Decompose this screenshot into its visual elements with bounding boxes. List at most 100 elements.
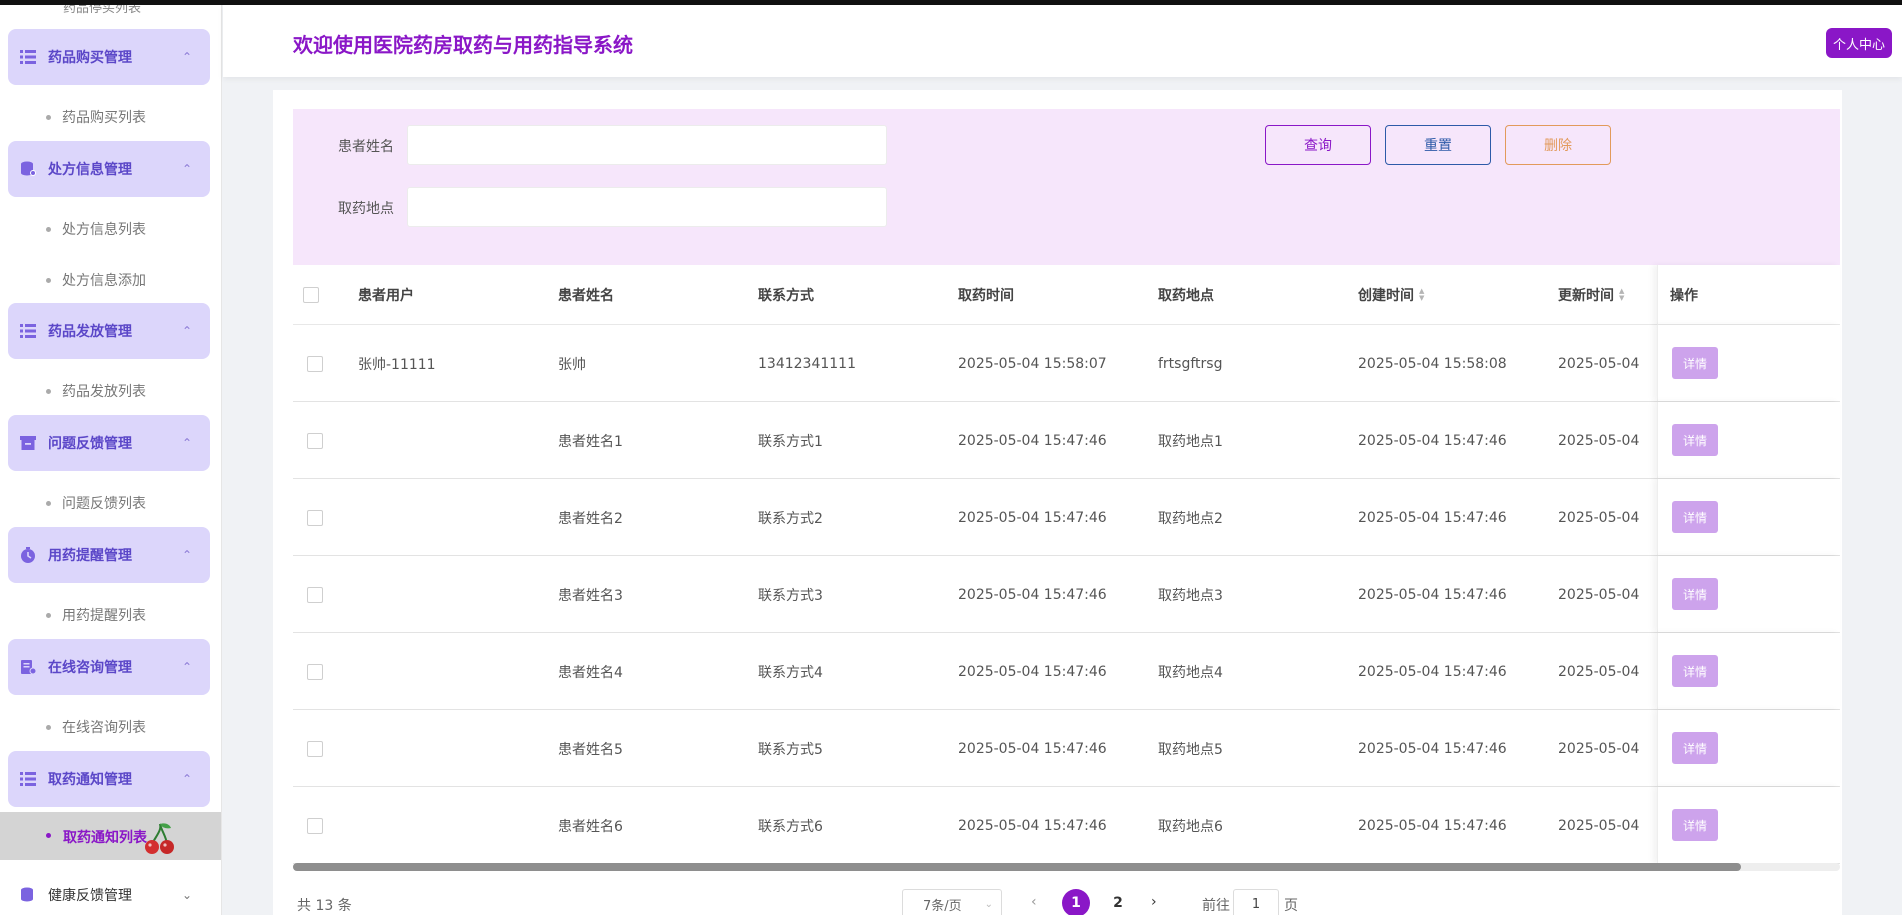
- cell-updated-time: 2025-05-04: [1558, 355, 1640, 372]
- patient-name-label: 患者姓名: [338, 139, 394, 155]
- horizontal-scrollbar[interactable]: [293, 863, 1840, 871]
- patient-name-input[interactable]: [407, 125, 887, 165]
- database-icon: [19, 160, 37, 178]
- cell-patient-name: 患者姓名3: [558, 587, 623, 604]
- cell-contact: 联系方式5: [758, 741, 823, 758]
- row-checkbox-cell: [307, 325, 323, 402]
- table-row: 患者姓名2 联系方式2 2025-05-04 15:47:46 取药地点2 2025-0…: [293, 479, 1840, 556]
- col-created-time[interactable]: 创建时间 ▲ ▼: [1358, 265, 1424, 325]
- cell-created-time: 2025-05-04 15:47:46: [1358, 586, 1507, 603]
- op-cell-inner: 详情: [1672, 325, 1718, 401]
- col-updated-time[interactable]: 更新时间 ▲ ▼: [1558, 265, 1624, 325]
- sidebar-item-pickup-notice-list[interactable]: 取药通知列表: [0, 812, 221, 860]
- goto-suffix: 页: [1284, 898, 1298, 914]
- detail-button[interactable]: 详情: [1672, 809, 1718, 841]
- sidebar-item-consult-list[interactable]: 在线咨询列表: [46, 717, 146, 737]
- col-contact: 联系方式: [758, 288, 814, 304]
- cell-pickup-location: 取药地点5: [1158, 741, 1223, 758]
- sidebar-item-label: 处方信息添加: [62, 273, 146, 289]
- menu-group-label: 药品购买管理: [48, 50, 132, 66]
- sidebar-item-drug-dispense-list[interactable]: 药品发放列表: [46, 381, 146, 401]
- row-checkbox[interactable]: [307, 817, 323, 834]
- next-page-icon[interactable]: ›: [1151, 894, 1157, 910]
- cell-created-time: 2025-05-04 15:47:46: [1358, 663, 1507, 680]
- menu-group-label: 用药提醒管理: [48, 548, 132, 564]
- goto-page-input[interactable]: 1: [1233, 889, 1279, 915]
- detail-button[interactable]: 详情: [1672, 655, 1718, 687]
- menu-group-prescription[interactable]: 处方信息管理 ⌃: [8, 141, 210, 197]
- sidebar-item-prescription-add[interactable]: 处方信息添加: [46, 270, 146, 290]
- scrollbar-thumb[interactable]: [293, 863, 1741, 871]
- menu-group-health-feedback[interactable]: 健康反馈管理 ⌄: [8, 875, 210, 915]
- cell-contact: 联系方式4: [758, 664, 823, 681]
- chevron-up-icon: ⌃: [181, 162, 192, 176]
- op-cell: 详情: [1657, 710, 1840, 786]
- menu-group-drug-dispense[interactable]: 药品发放管理 ⌃: [8, 303, 210, 359]
- detail-button[interactable]: 详情: [1672, 732, 1718, 764]
- menu-group-online-consult[interactable]: 在线咨询管理 ⌃: [8, 639, 210, 695]
- list-icon: [19, 770, 37, 788]
- row-checkbox[interactable]: [307, 509, 323, 526]
- detail-button[interactable]: 详情: [1672, 578, 1718, 610]
- sidebar-item-label: 用药提醒列表: [62, 608, 146, 624]
- menu-group-feedback[interactable]: 问题反馈管理 ⌃: [8, 415, 210, 471]
- row-checkbox-cell: [307, 633, 323, 710]
- row-checkbox[interactable]: [307, 740, 323, 757]
- menu-group-label: 药品发放管理: [48, 324, 132, 340]
- page-1-button[interactable]: 1: [1062, 889, 1090, 915]
- row-checkbox-cell: [307, 710, 323, 787]
- row-checkbox[interactable]: [307, 663, 323, 680]
- sort-icon[interactable]: ▲ ▼: [1419, 288, 1424, 302]
- row-checkbox[interactable]: [307, 586, 323, 603]
- op-cell-inner: 详情: [1672, 479, 1718, 555]
- prev-page-icon[interactable]: ‹: [1031, 894, 1037, 910]
- sidebar-cutoff-item[interactable]: 药品停买列表: [63, 5, 141, 16]
- bullet-icon: [46, 612, 51, 618]
- cell-pickup-location: 取药地点4: [1158, 664, 1223, 681]
- cell-pickup-time: 2025-05-04 15:47:46: [958, 432, 1107, 449]
- row-checkbox-cell: [307, 479, 323, 556]
- delete-button[interactable]: 删除: [1505, 125, 1611, 165]
- cell-patient-name: 张帅: [558, 356, 586, 373]
- row-checkbox-cell: [307, 787, 323, 864]
- reset-button[interactable]: 重置: [1385, 125, 1491, 165]
- sidebar-item-feedback-list[interactable]: 问题反馈列表: [46, 493, 146, 513]
- menu-group-label: 在线咨询管理: [48, 660, 132, 676]
- detail-button[interactable]: 详情: [1672, 347, 1718, 379]
- menu-group-label: 处方信息管理: [48, 162, 132, 178]
- bullet-icon: [46, 500, 51, 506]
- menu-group-medication-reminder[interactable]: 用药提醒管理 ⌃: [8, 527, 210, 583]
- detail-button[interactable]: 详情: [1672, 501, 1718, 533]
- col-label: 创建时间: [1358, 288, 1414, 304]
- sidebar-item-reminder-list[interactable]: 用药提醒列表: [46, 605, 146, 625]
- filter-panel: 患者姓名 取药地点 查询 重置 删除: [293, 109, 1840, 265]
- profile-button[interactable]: 个人中心: [1825, 28, 1892, 58]
- list-icon: [19, 48, 37, 66]
- op-cell: 详情: [1657, 325, 1840, 401]
- menu-group-drug-purchase[interactable]: 药品购买管理 ⌃: [8, 29, 210, 85]
- cell-pickup-location: frtsgftrsg: [1158, 355, 1223, 372]
- search-button[interactable]: 查询: [1265, 125, 1371, 165]
- page-2-button[interactable]: 2: [1104, 889, 1132, 915]
- row-checkbox[interactable]: [307, 432, 323, 449]
- detail-button[interactable]: 详情: [1672, 424, 1718, 456]
- page-title: 欢迎使用医院药房取药与用药指导系统: [293, 33, 633, 57]
- bullet-icon: [46, 277, 51, 283]
- table-row: 患者姓名5 联系方式5 2025-05-04 15:47:46 取药地点5 2025-0…: [293, 710, 1840, 787]
- sort-icon[interactable]: ▲ ▼: [1619, 288, 1624, 302]
- bullet-icon: [46, 226, 51, 232]
- chevron-up-icon: ⌃: [181, 436, 192, 450]
- sidebar-item-drug-purchase-list[interactable]: 药品购买列表: [46, 107, 146, 127]
- sidebar-item-prescription-list[interactable]: 处方信息列表: [46, 219, 146, 239]
- cell-contact: 联系方式6: [758, 818, 823, 835]
- row-checkbox[interactable]: [307, 355, 323, 372]
- pickup-location-input[interactable]: [407, 187, 887, 227]
- op-cell-inner: 详情: [1672, 787, 1718, 863]
- cell-pickup-time: 2025-05-04 15:58:07: [958, 355, 1107, 372]
- page-size-select[interactable]: 7条/页 ⌄: [902, 889, 1002, 915]
- select-all-checkbox[interactable]: [303, 287, 319, 303]
- menu-group-pickup-notice[interactable]: 取药通知管理 ⌃: [8, 751, 210, 807]
- table-row: 张帅-11111 张帅 13412341111 2025-05-04 15:58:07…: [293, 325, 1840, 402]
- sidebar-item-label: 在线咨询列表: [62, 720, 146, 736]
- cell-updated-time: 2025-05-04: [1558, 586, 1640, 603]
